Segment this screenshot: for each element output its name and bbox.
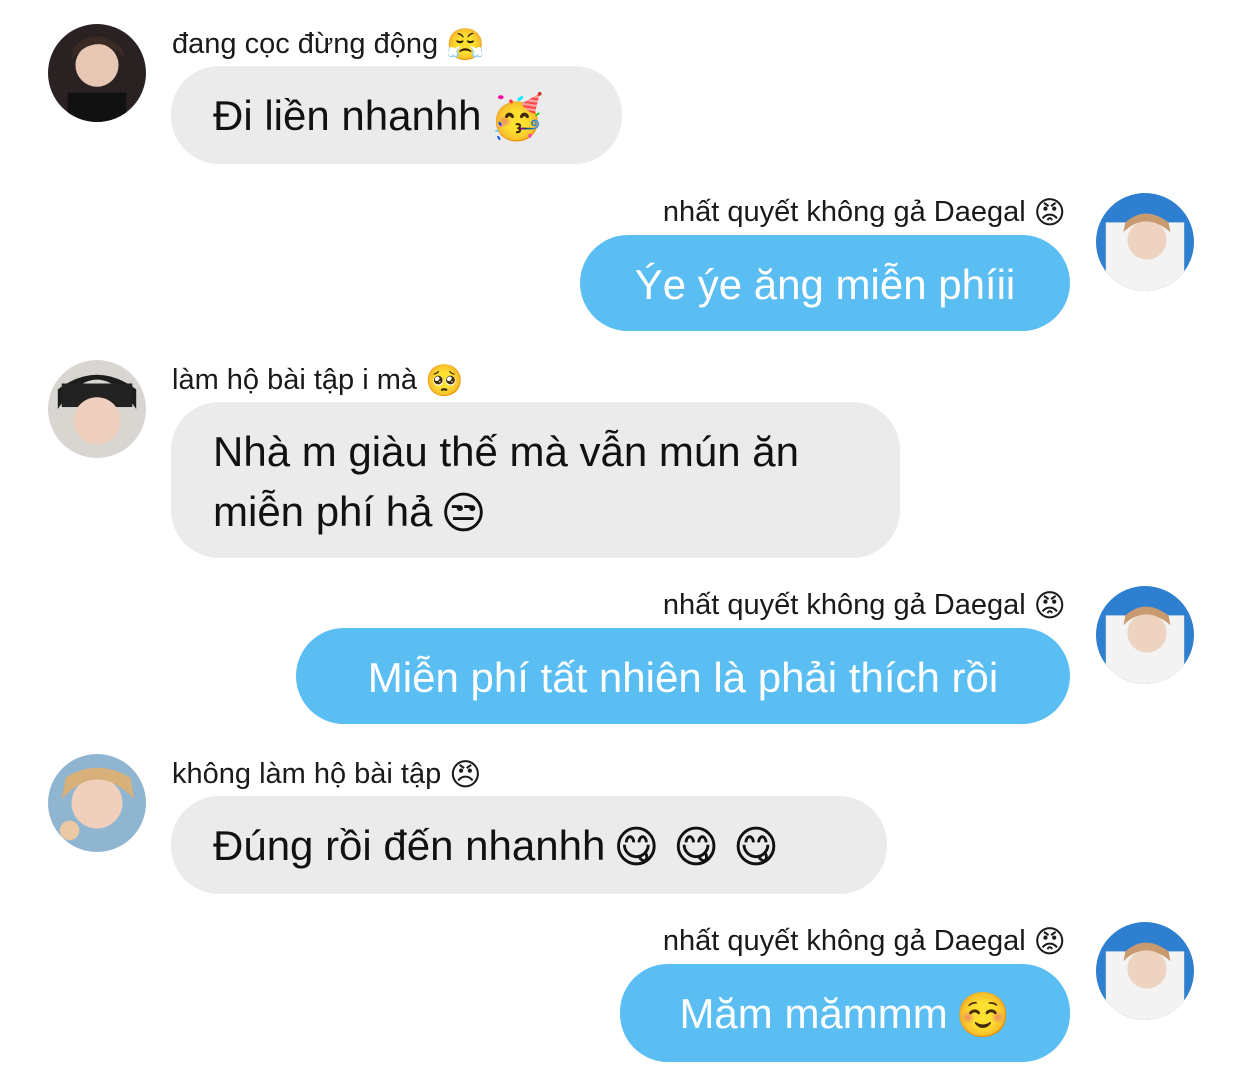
unamused-face-icon: 😒: [440, 488, 487, 539]
message-bubble[interactable]: Miễn phí tất nhiên là phải thích rồi: [296, 628, 1070, 724]
pouting-face-icon: 😡: [1033, 588, 1066, 625]
message-text-line: Nhà m giàu thế mà vẫn mún ăn: [213, 428, 799, 475]
sender-avatar[interactable]: [48, 360, 146, 458]
user-avatar[interactable]: [1096, 586, 1194, 684]
sender-name: nhất quyết không gả Daegal 😡: [662, 924, 1066, 961]
pouting-face-icon: 😡: [1033, 195, 1066, 232]
message-bubble[interactable]: Nhà m giàu thế mà vẫn mún ăn miễn phí hả…: [171, 402, 900, 558]
message-bubble[interactable]: Măm mămmm ☺️: [620, 964, 1070, 1062]
angry-face-icon: 😠: [449, 757, 482, 794]
message-text: Miễn phí tất nhiên là phải thích rồi: [367, 654, 999, 701]
sender-name: làm hộ bài tập i mà 🥺: [172, 363, 464, 400]
user-avatar[interactable]: [1096, 193, 1194, 291]
message-bubble[interactable]: Đi liền nhanhh 🥳: [171, 66, 622, 164]
party-face-icon: 🥳: [489, 92, 545, 143]
sender-name: đang cọc đừng động 😤: [172, 27, 485, 64]
sender-avatar[interactable]: [48, 24, 146, 122]
pouting-face-icon: 😡: [1033, 924, 1066, 961]
message-text: Măm mămmm: [679, 990, 948, 1037]
message-text: Đúng rồi đến nhanhh: [213, 822, 606, 869]
message-text: Ýe ýe ăng miễn phíii: [634, 261, 1016, 308]
message-bubble[interactable]: Ýe ýe ăng miễn phíii: [580, 235, 1070, 331]
yum-face-icon: 😋 😋 😋: [613, 822, 779, 873]
sender-name: nhất quyết không gả Daegal 😡: [662, 195, 1066, 232]
smiling-face-icon: ☺️: [955, 990, 1011, 1041]
message-text-line: miễn phí hả: [213, 488, 433, 535]
message-bubble[interactable]: Đúng rồi đến nhanhh 😋 😋 😋: [171, 796, 887, 894]
angry-face-icon: 😤: [446, 27, 485, 64]
pleading-face-icon: 🥺: [425, 363, 464, 400]
sender-name: nhất quyết không gả Daegal 😡: [662, 588, 1066, 625]
user-avatar[interactable]: [1096, 922, 1194, 1020]
message-text: Đi liền nhanhh: [213, 92, 482, 139]
sender-avatar[interactable]: [48, 754, 146, 852]
sender-name: không làm hộ bài tập 😠: [172, 757, 482, 794]
